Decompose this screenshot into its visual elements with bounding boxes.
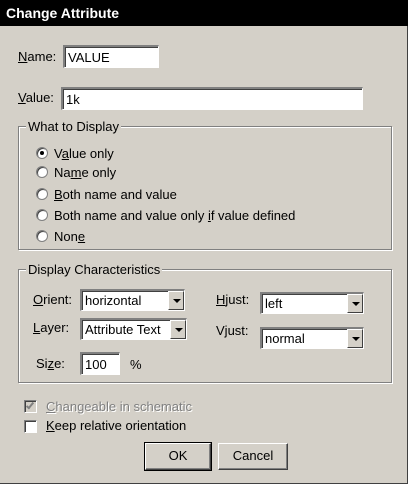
vjust-label: Vjust: [216, 323, 249, 338]
hjust-value: left [265, 296, 283, 311]
hjust-select[interactable]: left [260, 292, 364, 314]
keep-relative-checkbox[interactable] [24, 420, 37, 433]
radio-both-if-defined[interactable]: Both name and value only if value define… [36, 207, 295, 223]
change-attribute-dialog: Change Attribute Name: VALUE Value: 1k W… [0, 0, 408, 484]
hjust-label: Hjust: [216, 292, 250, 307]
radio-label: Value only [54, 145, 114, 161]
orient-label: Orient: [33, 292, 73, 307]
size-field[interactable]: 100 [80, 352, 120, 375]
vjust-select[interactable]: normal [260, 327, 364, 349]
radio-label: Both name and value only if value define… [54, 207, 296, 223]
radio-selected-dot [40, 151, 44, 155]
chevron-down-icon[interactable] [168, 291, 184, 310]
checkmark-icon [25, 400, 35, 410]
layer-label: Layer: [33, 320, 70, 335]
size-label: Size: [36, 356, 65, 371]
what-to-display-title: What to Display [26, 119, 122, 134]
radio-button[interactable] [36, 209, 48, 221]
name-label: Name: [18, 49, 57, 64]
chevron-down-icon[interactable] [347, 329, 363, 348]
radio-name-only[interactable]: Name only [36, 164, 116, 180]
ok-button[interactable]: OK [144, 442, 212, 471]
layer-value: Attribute Text [85, 322, 161, 337]
keep-relative-label: Keep relative orientation [46, 418, 187, 433]
value-field[interactable]: 1k [61, 87, 363, 110]
window-title: Change Attribute [0, 0, 408, 26]
changeable-label: Changeable in schematic [46, 399, 192, 414]
radio-label: Name only [54, 164, 117, 180]
display-characteristics-group: Display Characteristics [18, 262, 392, 383]
radio-both-name-value[interactable]: Both name and value [36, 186, 177, 202]
radio-button[interactable] [36, 230, 48, 242]
radio-label: Both name and value [54, 186, 177, 202]
size-unit: % [130, 357, 142, 372]
value-label: Value: [18, 90, 54, 105]
vjust-value: normal [265, 331, 305, 346]
display-characteristics-title: Display Characteristics [26, 262, 163, 277]
changeable-checkbox[interactable] [24, 400, 37, 413]
chevron-down-icon[interactable] [347, 294, 363, 313]
cancel-button[interactable]: Cancel [218, 443, 288, 470]
radio-button[interactable] [36, 166, 48, 178]
radio-label: None [54, 228, 86, 244]
layer-select[interactable]: Attribute Text [80, 318, 187, 340]
radio-button[interactable] [36, 188, 48, 200]
orient-select[interactable]: horizontal [80, 289, 185, 311]
orient-value: horizontal [85, 293, 142, 308]
name-field[interactable]: VALUE [63, 45, 159, 68]
radio-button[interactable] [36, 147, 48, 159]
radio-none[interactable]: None [36, 228, 85, 244]
chevron-down-icon[interactable] [170, 320, 186, 339]
radio-value-only[interactable]: Value only [36, 145, 114, 161]
